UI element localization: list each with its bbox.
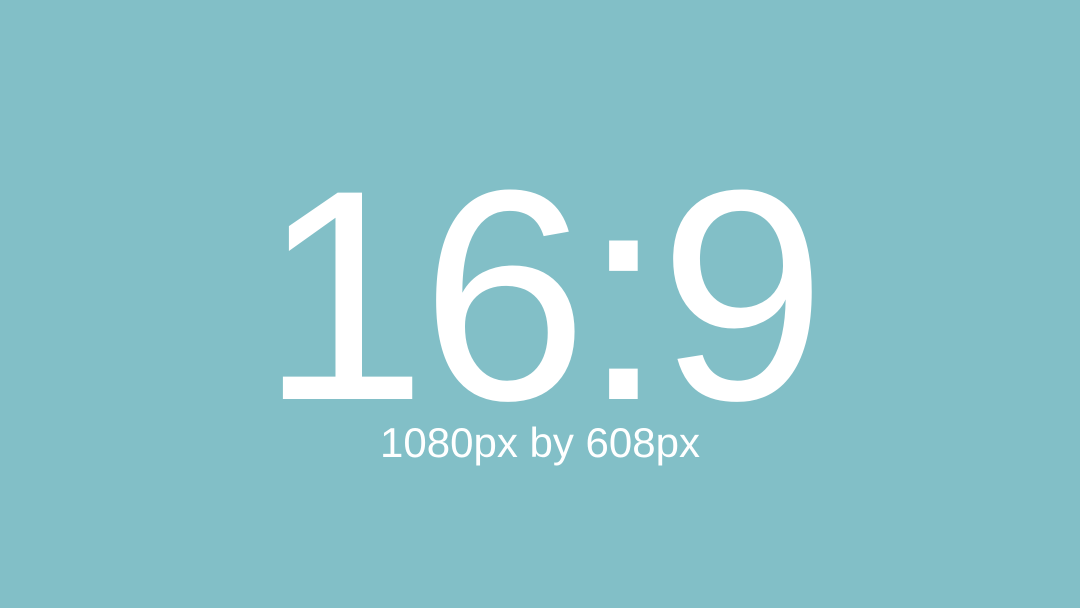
dimensions-label: 1080px by 608px <box>380 419 700 466</box>
placeholder-canvas: { "background_color": "#82bfc7", "text_c… <box>0 0 1080 608</box>
aspect-ratio-label: 16:9 <box>260 127 826 463</box>
